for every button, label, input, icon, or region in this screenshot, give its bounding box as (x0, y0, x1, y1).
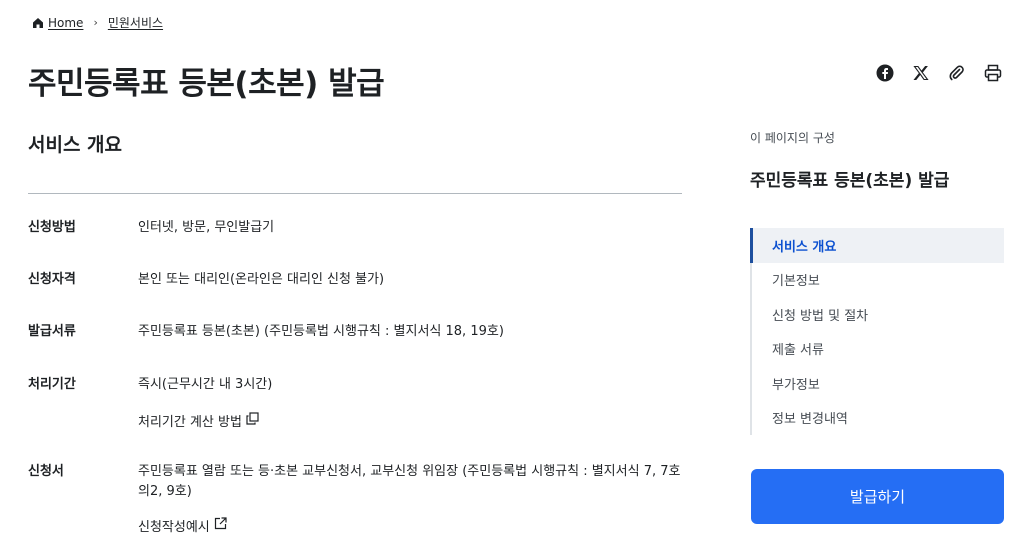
home-icon (32, 17, 44, 29)
processing-time-calc-link[interactable]: 처리기간 계산 방법 (138, 411, 259, 430)
print-icon[interactable] (982, 62, 1004, 84)
section-divider (28, 193, 682, 194)
info-value: 인터넷, 방문, 무인발급기 (138, 220, 275, 235)
toc-nav: 서비스 개요 기본정보 신청 방법 및 절차 제출 서류 부가정보 정보 변경내… (750, 228, 1004, 435)
info-value: 본인 또는 대리인(온라인은 대리인 신청 불가) (138, 272, 385, 287)
info-label: 발급서류 (28, 324, 76, 339)
toc-item-additional-info[interactable]: 부가정보 (752, 366, 1004, 401)
share-tools (874, 62, 1004, 84)
breadcrumb-home-link[interactable]: Home (48, 16, 83, 30)
link-icon[interactable] (946, 62, 968, 84)
breadcrumb: Home › 민원서비스 (32, 14, 163, 31)
section-title-overview: 서비스 개요 (28, 134, 123, 156)
x-icon[interactable] (910, 62, 932, 84)
info-value: 주민등록표 등본(초본) (주민등록법 시행규칙 : 별지서식 18, 19호) (138, 324, 504, 339)
breadcrumb-current-link[interactable]: 민원서비스 (108, 14, 163, 31)
info-label: 처리기간 (28, 377, 76, 392)
info-row-eligibility: 신청자격 본인 또는 대리인(온라인은 대리인 신청 불가) (28, 270, 688, 290)
apply-button[interactable]: 발급하기 (751, 469, 1004, 524)
toc-item-procedure[interactable]: 신청 방법 및 절차 (752, 297, 1004, 332)
info-value: 주민등록표 열람 또는 등·초본 교부신청서, 교부신청 위임장 (주민등록법 … (138, 464, 681, 499)
info-row-documents: 발급서류 주민등록표 등본(초본) (주민등록법 시행규칙 : 별지서식 18,… (28, 322, 688, 342)
info-label: 신청자격 (28, 272, 76, 287)
link-label: 신청작성예시 (138, 520, 210, 535)
application-example-link[interactable]: 신청작성예시 (138, 516, 227, 535)
info-row-processing-time: 처리기간 즉시(근무시간 내 3시간) 처리기간 계산 방법 (28, 375, 688, 430)
toc-title: 주민등록표 등본(초본) 발급 (750, 171, 950, 191)
info-label: 신청서 (28, 464, 64, 479)
copy-icon (246, 412, 259, 429)
info-row-application-form: 신청서 주민등록표 열람 또는 등·초본 교부신청서, 교부신청 위임장 (주민… (28, 462, 688, 535)
toc-item-change-history[interactable]: 정보 변경내역 (752, 401, 1004, 436)
toc-caption: 이 페이지의 구성 (750, 131, 835, 145)
info-label: 신청방법 (28, 220, 76, 235)
external-link-icon (214, 517, 227, 534)
toc-item-documents[interactable]: 제출 서류 (752, 332, 1004, 367)
toc-item-basic-info[interactable]: 기본정보 (752, 263, 1004, 298)
link-label: 처리기간 계산 방법 (138, 415, 242, 430)
toc-item-overview[interactable]: 서비스 개요 (750, 228, 1004, 263)
info-value: 즉시(근무시간 내 3시간) (138, 377, 273, 392)
facebook-icon[interactable] (874, 62, 896, 84)
info-row-method: 신청방법 인터넷, 방문, 무인발급기 (28, 218, 688, 238)
page-title: 주민등록표 등본(초본) 발급 (28, 66, 385, 102)
chevron-right-icon: › (93, 16, 98, 29)
